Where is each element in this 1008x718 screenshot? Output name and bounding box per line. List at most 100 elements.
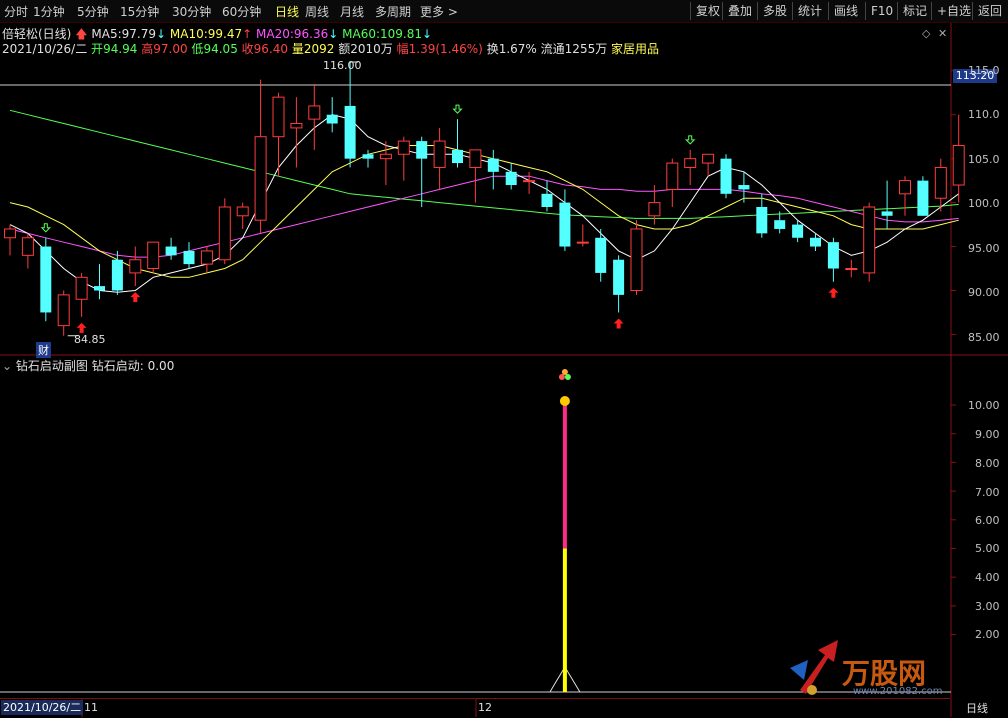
month-label: 12: [478, 701, 492, 714]
candle-body: [684, 158, 697, 168]
candle-body: [720, 158, 732, 194]
more-label: 更多: [420, 5, 445, 19]
quote-info: 倍轻松(日线) 🡅 MA5:97.79↓ MA10:99.47↑ MA20:96…: [0, 22, 950, 56]
diamond-icon[interactable]: ◇: [922, 27, 930, 40]
sub-axis-label: 5.00: [975, 542, 1000, 555]
stock-title[interactable]: 倍轻松(日线): [2, 27, 71, 41]
indicator-label: 钻石启动:: [91, 359, 144, 373]
candle-body: [236, 206, 249, 217]
price-label: 100.0: [968, 197, 1000, 210]
tab-weekly[interactable]: 周线: [305, 3, 329, 20]
candle-body: [416, 141, 428, 159]
candle-body: [576, 241, 589, 244]
add-watchlist-button[interactable]: +自选: [931, 2, 976, 20]
candle-body: [218, 206, 231, 261]
month-label: 11: [84, 701, 98, 714]
tab-more[interactable]: 更多 >: [420, 3, 458, 20]
candle-body: [57, 294, 70, 327]
candle-body: [863, 206, 876, 274]
candle-body: [308, 105, 321, 120]
candle-body: [559, 202, 571, 247]
mark-button[interactable]: 标记: [897, 2, 932, 20]
high-value: 97.00: [153, 42, 188, 56]
buy-arrow-icon: [76, 322, 87, 333]
amount-label: 额: [338, 42, 351, 56]
sub-axis-label: 9.00: [975, 428, 1000, 441]
candle-body: [397, 140, 410, 155]
ma10-label: MA10:: [169, 27, 208, 41]
watermark-coin-icon: [807, 685, 817, 695]
candle-body: [469, 149, 482, 168]
float-label: 流通: [540, 42, 565, 56]
candle-body: [272, 96, 285, 138]
candle-body: [111, 259, 123, 291]
volume-value: 2092: [303, 42, 335, 56]
tab-monthly[interactable]: 月线: [340, 3, 364, 20]
candle-body: [934, 166, 947, 199]
back-button[interactable]: 返回: [972, 2, 1007, 20]
high-label: 高: [141, 42, 154, 56]
overlay-button[interactable]: 叠加: [722, 2, 757, 20]
tab-daily[interactable]: 日线: [275, 3, 299, 20]
price-label: 85.00: [968, 331, 1000, 344]
ma60-line: [9, 109, 959, 219]
candle-body: [613, 259, 625, 295]
tab-multi-period[interactable]: 多周期: [375, 3, 411, 20]
turnover-label: 换: [486, 42, 499, 56]
tab-1min[interactable]: 1分钟: [33, 3, 65, 20]
tab-30min[interactable]: 30分钟: [172, 3, 211, 20]
candle-body: [756, 207, 768, 234]
tab-15min[interactable]: 15分钟: [120, 3, 159, 20]
open-value: 94.94: [103, 42, 138, 56]
candle-body: [94, 286, 105, 291]
down-arrow-icon: ↓: [328, 27, 339, 41]
draw-line-button[interactable]: 画线: [828, 2, 863, 20]
candle-body: [183, 250, 195, 265]
candle-body: [452, 149, 463, 164]
diamond-gem-icon: [564, 374, 571, 380]
low-label: 低: [191, 42, 204, 56]
hollow-arrow-icon: [684, 135, 696, 145]
time-axis: [0, 698, 950, 718]
tab-60min[interactable]: 60分钟: [222, 3, 261, 20]
price-label: 115.0: [968, 64, 1000, 77]
candle-body: [379, 153, 392, 160]
f10-button[interactable]: F10: [865, 2, 898, 20]
candle-body: [630, 228, 643, 291]
chevron-right-icon: >: [447, 5, 458, 19]
high-annotation: 116.00: [323, 59, 362, 72]
hollow-arrow-icon: [40, 223, 52, 233]
close-label: 收: [241, 42, 254, 56]
sub-axis-label: 7.00: [975, 486, 1000, 499]
sub-pane-title: ⌄ 钻石启动副图 钻石启动: 0.00: [2, 357, 174, 374]
candle-body: [899, 180, 911, 195]
candle-body: [541, 193, 553, 207]
tab-fenshi[interactable]: 分时: [4, 3, 28, 20]
sub-pane-name[interactable]: 钻石启动副图: [16, 359, 88, 373]
chevron-down-icon[interactable]: ⌄: [2, 359, 12, 373]
sub-axis-label: 3.00: [975, 600, 1000, 613]
candle-body: [326, 114, 338, 124]
sector-label[interactable]: 家居用品: [611, 42, 659, 56]
candle-body: [666, 162, 679, 190]
tab-5min[interactable]: 5分钟: [77, 3, 109, 20]
candle-body: [702, 153, 715, 164]
stats-button[interactable]: 统计: [792, 2, 827, 20]
price-label: 105.0: [968, 153, 1000, 166]
ohlc-line: 2021/10/26/二 开94.94 高97.00 低94.05 收96.40…: [2, 40, 659, 57]
watermark-arrow-icon: [790, 660, 808, 680]
volume-label: 量: [291, 42, 304, 56]
down-arrow-icon: ↓: [422, 27, 433, 41]
close-icon[interactable]: ✕: [938, 27, 947, 40]
multi-stock-button[interactable]: 多股: [757, 2, 792, 20]
close-value: 96.40: [253, 42, 289, 56]
fuquan-button[interactable]: 复权: [690, 2, 725, 20]
sub-axis-label: 2.00: [975, 628, 1000, 641]
ma60-value: 109.81: [380, 27, 422, 41]
change-value: 1.39(1.46%): [408, 42, 483, 56]
ma5-label: MA5:: [91, 27, 122, 41]
candle-body: [254, 136, 267, 221]
candle-body: [505, 171, 517, 186]
candle-body: [827, 242, 839, 269]
finance-badge[interactable]: 财: [36, 342, 51, 358]
